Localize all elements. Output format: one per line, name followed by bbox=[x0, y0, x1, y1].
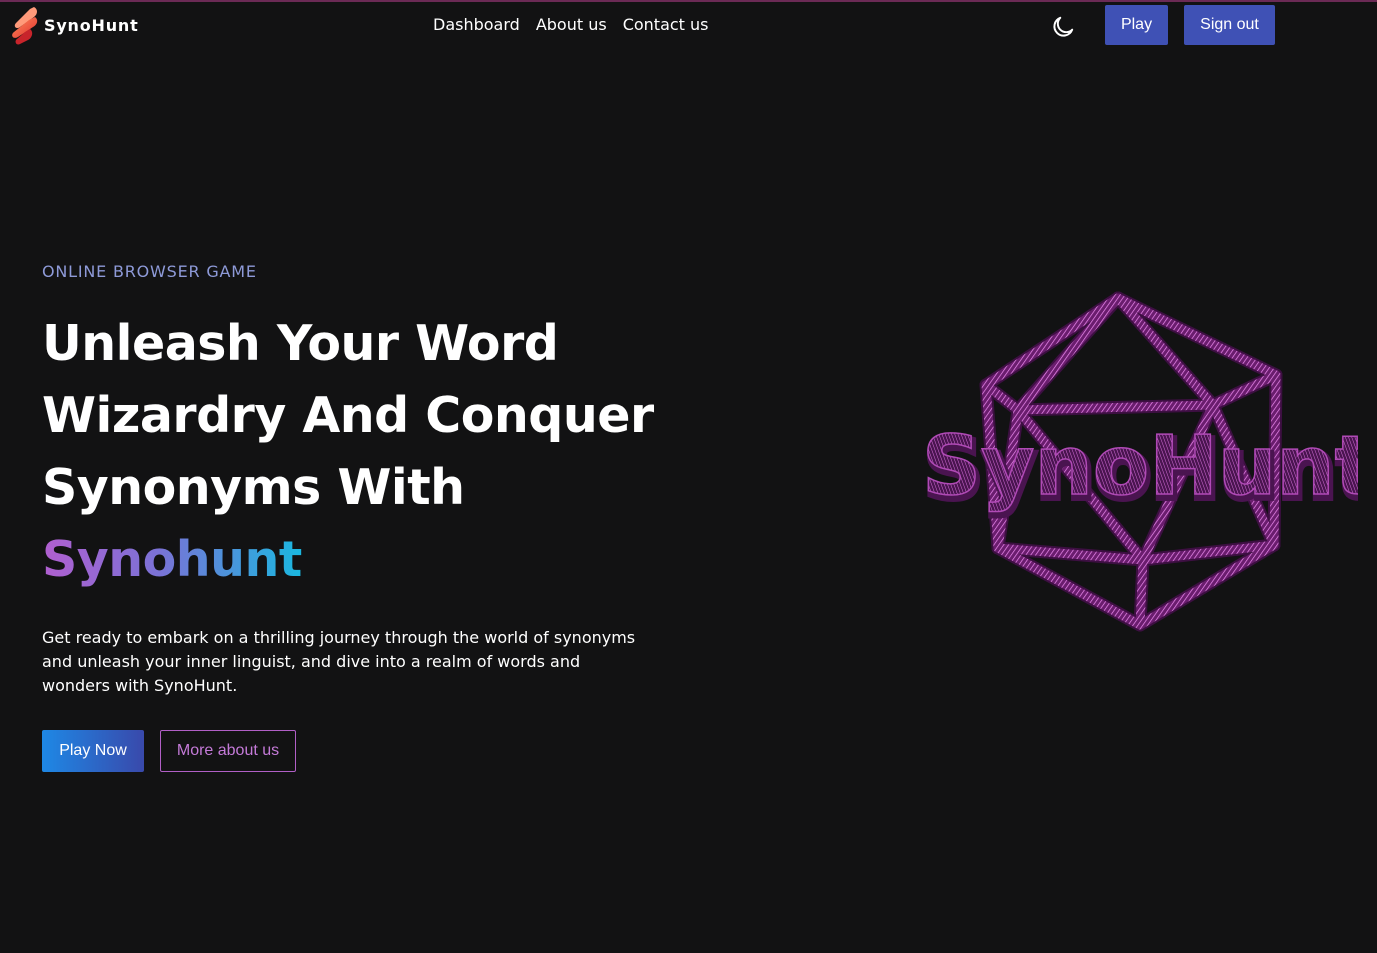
moon-icon[interactable] bbox=[1050, 14, 1076, 40]
more-about-us-button[interactable]: More about us bbox=[160, 730, 296, 772]
headline-line-3: Synonyms With bbox=[42, 459, 465, 516]
nav-links: Dashboard About us Contact us bbox=[433, 15, 709, 34]
flame-logo-icon bbox=[12, 7, 38, 45]
navbar: SynoHunt Dashboard About us Contact us P… bbox=[0, 2, 1377, 48]
nav-link-about-us[interactable]: About us bbox=[536, 15, 607, 34]
d20-dice-icon: SynoHunt SynoHunt bbox=[921, 291, 1358, 632]
brand-name: SynoHunt bbox=[44, 15, 139, 35]
brand-link[interactable]: SynoHunt bbox=[8, 5, 139, 45]
hero-section: ONLINE BROWSER GAME Unleash Your Word Wi… bbox=[42, 262, 682, 772]
headline-line-2: Wizardry And Conquer bbox=[42, 387, 654, 444]
play-now-button[interactable]: Play Now bbox=[42, 730, 144, 772]
hero-headline: Unleash Your Word Wizardry And Conquer S… bbox=[42, 308, 682, 596]
play-button[interactable]: Play bbox=[1105, 5, 1168, 45]
hero-cta-row: Play Now More about us bbox=[42, 730, 682, 772]
headline-line-1: Unleash Your Word bbox=[42, 315, 559, 372]
d20-logo-text: SynoHunt SynoHunt bbox=[921, 418, 1358, 521]
headline-highlight: Synohunt bbox=[42, 531, 302, 588]
hero-eyebrow: ONLINE BROWSER GAME bbox=[42, 262, 257, 281]
sign-out-button[interactable]: Sign out bbox=[1184, 5, 1275, 45]
svg-text:SynoHunt: SynoHunt bbox=[922, 419, 1358, 514]
hero-description: Get ready to embark on a thrilling journ… bbox=[42, 628, 636, 695]
nav-link-contact-us[interactable]: Contact us bbox=[623, 15, 709, 34]
nav-link-dashboard[interactable]: Dashboard bbox=[433, 15, 520, 34]
